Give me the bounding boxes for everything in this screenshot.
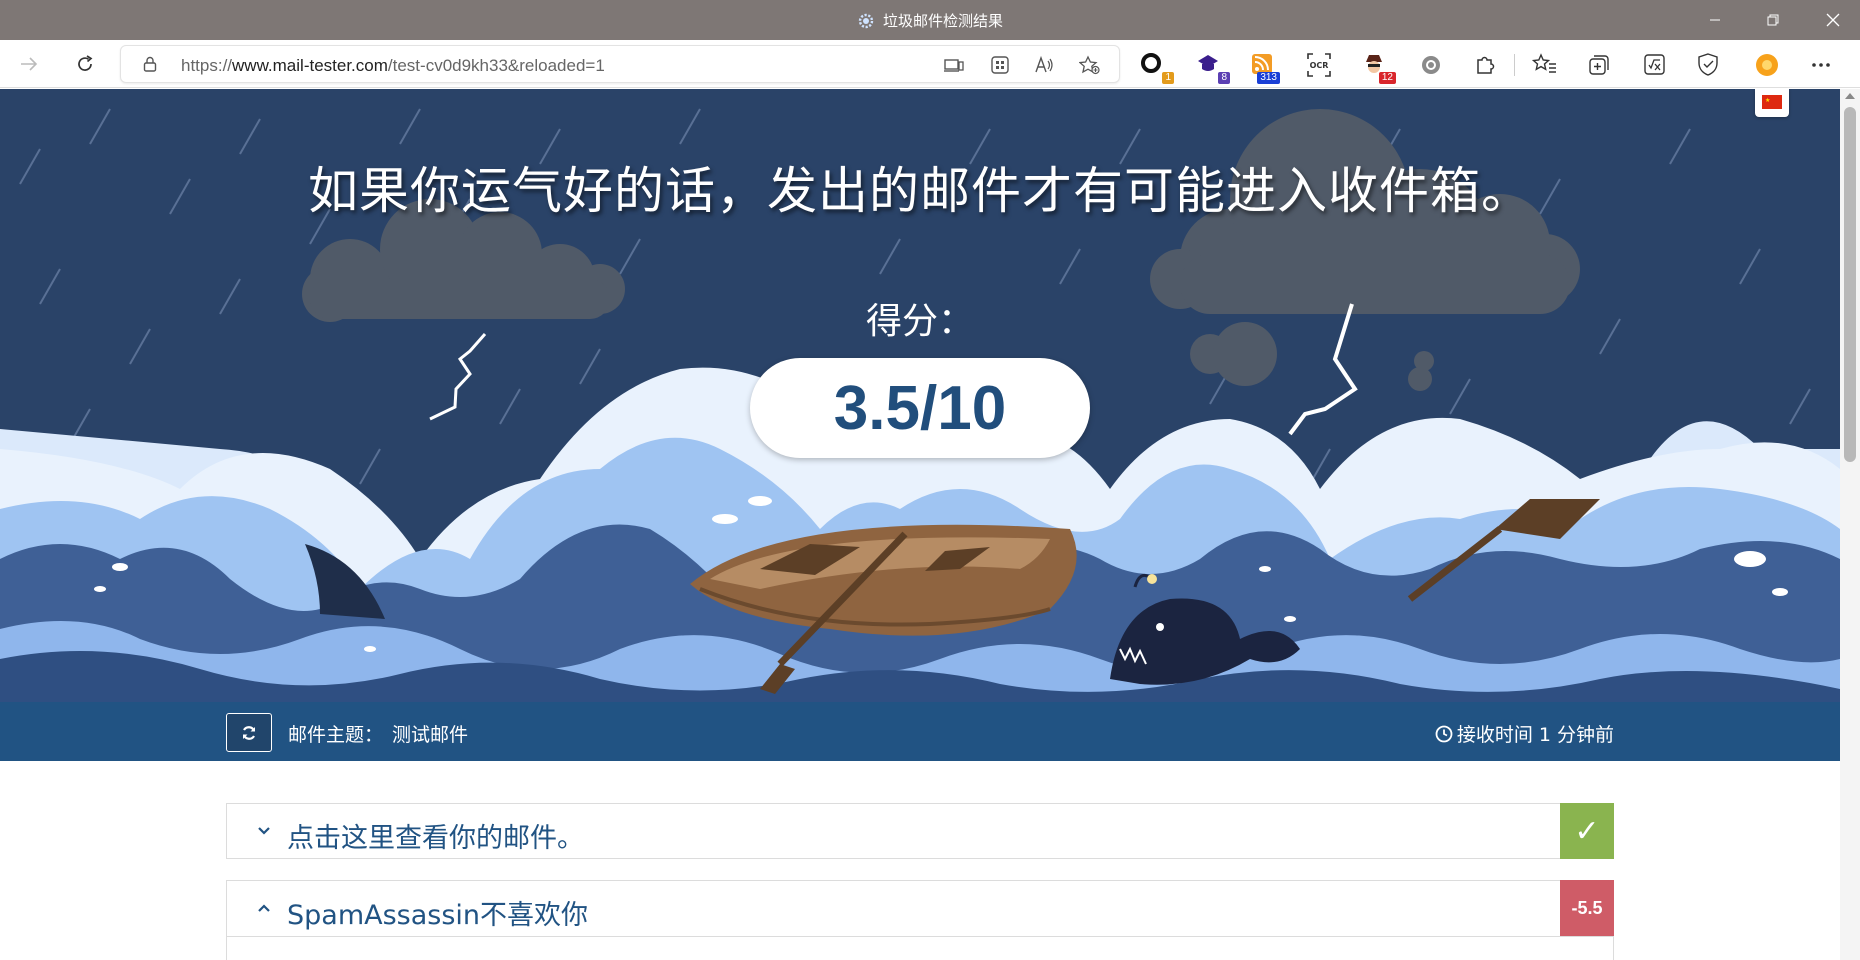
scrollbar-thumb[interactable]	[1844, 107, 1856, 462]
svg-text:OCR: OCR	[1310, 61, 1329, 70]
subject-label: 邮件主题：	[288, 724, 384, 746]
profile-avatar[interactable]	[1754, 52, 1780, 78]
panel-title: SpamAssassin不喜欢你	[287, 900, 589, 931]
panel-title: 点击这里查看你的邮件。	[287, 823, 584, 854]
arrow-right-icon	[21, 57, 38, 71]
penalty-value: -5.5	[1571, 897, 1603, 918]
more-dots-icon	[1812, 63, 1830, 67]
url-domain: www.mail-tester.com	[232, 56, 388, 75]
avatar	[1756, 54, 1778, 76]
score-value: 3.5/10	[750, 358, 1090, 458]
window-title: 垃圾邮件检测结果	[0, 10, 1860, 31]
app-available-icon[interactable]	[943, 55, 965, 75]
received-time: 接收时间 1 分钟前	[1435, 720, 1614, 747]
address-bar[interactable]: https://www.mail-tester.com/test-cv0d9kh…	[120, 45, 1120, 83]
minimize-button[interactable]	[1688, 0, 1742, 40]
puzzle-icon	[1477, 56, 1495, 74]
extension-badge: 1	[1162, 72, 1174, 84]
score-label: 得分：	[865, 301, 974, 342]
result-headline: 如果你运气好的话，发出的邮件才有可能进入收件箱。	[308, 162, 1532, 220]
ocr-icon: OCR	[1307, 53, 1331, 77]
favorites-button[interactable]	[1531, 52, 1558, 78]
lock-icon	[143, 56, 157, 72]
page-scrollbar[interactable]	[1840, 89, 1860, 960]
extension-record[interactable]	[1418, 52, 1444, 78]
panel-divider	[227, 936, 1613, 937]
result-hero: ★ 如果你运气好的话，发出的邮件才有可能进入收件箱。 得分： 3.5/10	[0, 89, 1840, 702]
settings-more-button[interactable]	[1808, 52, 1834, 78]
close-button[interactable]	[1806, 0, 1860, 40]
window-title-bar: 垃圾邮件检测结果	[0, 0, 1860, 40]
browser-toolbar: https://www.mail-tester.com/test-cv0d9kh…	[0, 40, 1860, 88]
extension-badge: 8	[1218, 72, 1230, 84]
favorites-icon	[1531, 53, 1556, 73]
close-icon	[1826, 13, 1840, 27]
window-title-text: 垃圾邮件检测结果	[882, 12, 1003, 30]
reload-button[interactable]	[68, 48, 102, 80]
collections-icon	[1589, 55, 1609, 75]
extension-purple-hat[interactable]: 8	[1196, 52, 1230, 84]
subject-value: 测试邮件	[392, 724, 469, 746]
subject-bar: 邮件主题： 测试邮件 接收时间 1 分钟前	[0, 702, 1840, 761]
view-email-panel[interactable]: 点击这里查看你的邮件。 ✓	[226, 803, 1614, 859]
spamassassin-panel[interactable]: SpamAssassin不喜欢你 -5.5	[226, 880, 1614, 960]
score-penalty-badge: -5.5	[1560, 880, 1614, 936]
browser-essentials-button[interactable]	[1696, 52, 1722, 78]
extension-ocr[interactable]: OCR	[1306, 52, 1332, 78]
extension-rss[interactable]: 313	[1250, 52, 1280, 84]
svg-text:★: ★	[1765, 97, 1770, 104]
extension-spy[interactable]: 12	[1362, 52, 1396, 84]
cn-flag-icon: ★	[1762, 95, 1782, 109]
extensions-button[interactable]	[1472, 52, 1498, 78]
refresh-icon	[78, 55, 93, 71]
restore-button[interactable]	[1746, 0, 1800, 40]
qr-apps-icon[interactable]	[989, 55, 1011, 75]
extension-badge: 313	[1257, 72, 1280, 84]
url-text[interactable]: https://www.mail-tester.com/test-cv0d9kh…	[181, 56, 605, 76]
received-text: 接收时间 1 分钟前	[1456, 724, 1614, 746]
url-path: /test-cv0d9kh33&reloaded=1	[387, 56, 605, 75]
clock-icon	[1435, 725, 1453, 742]
scroll-up-arrow[interactable]	[1845, 93, 1855, 99]
pass-check-badge: ✓	[1560, 803, 1614, 859]
restore-icon	[1767, 14, 1779, 26]
refresh-results-button[interactable]	[226, 713, 272, 752]
read-aloud-icon[interactable]	[1033, 55, 1055, 75]
forward-button[interactable]	[12, 48, 46, 80]
favorite-add-icon[interactable]	[1079, 55, 1101, 75]
extension-ocr-circle[interactable]: 1	[1140, 52, 1174, 84]
toolbar-divider	[1514, 54, 1515, 76]
check-icon: ✓	[1574, 813, 1600, 849]
chevron-down-icon	[258, 827, 270, 835]
shield-heart-icon	[1698, 53, 1718, 76]
math-solver-icon	[1644, 54, 1665, 75]
extension-badge: 12	[1378, 72, 1396, 84]
url-prefix: https://	[181, 56, 233, 75]
language-selector[interactable]: ★	[1755, 89, 1789, 117]
collections-button[interactable]	[1586, 52, 1612, 78]
refresh-icon	[242, 725, 256, 740]
gear-favicon-icon	[858, 13, 874, 29]
math-solver-button[interactable]	[1642, 52, 1668, 78]
record-icon	[1422, 56, 1440, 74]
minimize-icon	[1710, 19, 1720, 21]
chevron-up-icon	[258, 904, 270, 912]
left-lightning	[429, 333, 487, 421]
